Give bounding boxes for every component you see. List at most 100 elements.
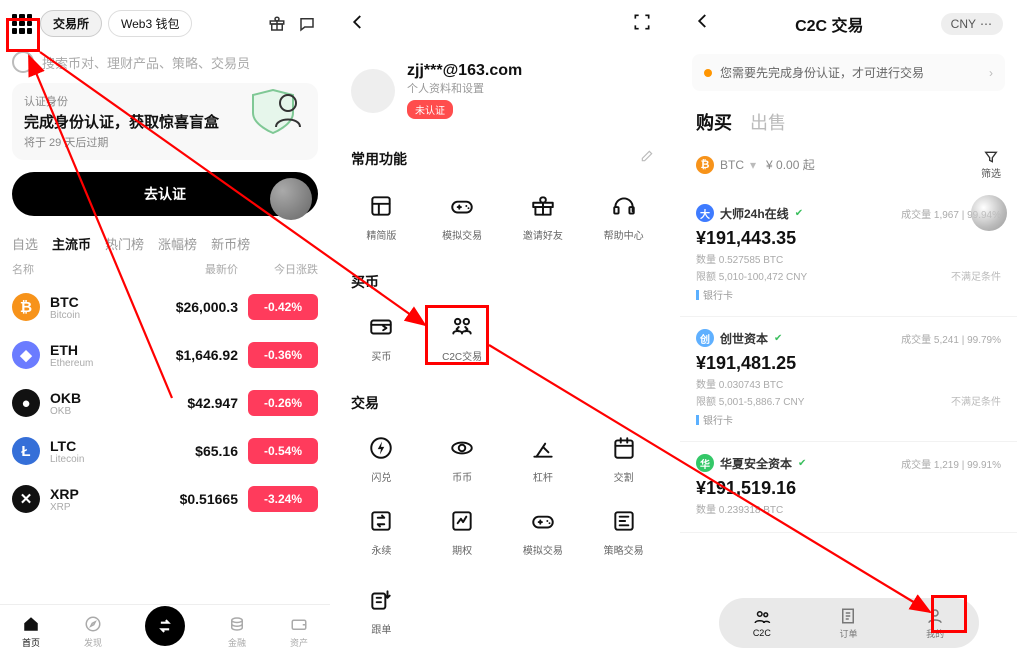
trade-闪兑[interactable]: 闪兑: [341, 425, 422, 492]
coin-price: $42.947: [153, 395, 238, 411]
func-label: 交割: [614, 469, 634, 484]
coin-row-ETH[interactable]: ◆ETHEthereum$1,646.92-0.36%: [0, 331, 330, 379]
coin-icon: ●: [12, 389, 40, 417]
trade-模拟交易[interactable]: 模拟交易: [503, 498, 584, 565]
trade-grid: 闪兑币币杠杆交割永续期权 模拟交易 策略交易: [335, 419, 670, 571]
merchant-tag: 不满足条件: [951, 393, 1001, 408]
nav-assets[interactable]: 资产: [289, 614, 309, 649]
bottom-nav: 首页 发现 金融 资产: [0, 604, 330, 658]
trade-跟单[interactable]: 跟单: [341, 577, 422, 644]
merchant-card[interactable]: 大大师24h在线✔成交量 1,967 | 99.94%¥191,443.35数量…: [680, 192, 1017, 317]
coin-fullname: Bitcoin: [50, 310, 153, 321]
trade-期权[interactable]: 期权: [422, 498, 503, 565]
coin-price: $65.16: [153, 443, 238, 459]
buy-买币[interactable]: 买币: [341, 304, 422, 371]
asset-chip[interactable]: ₿ BTC ▾: [696, 156, 756, 174]
floating-orb-icon[interactable]: [971, 195, 1007, 231]
tab-sell[interactable]: 出售: [750, 109, 786, 135]
trade-币币[interactable]: 币币: [422, 425, 503, 492]
btc-icon: ₿: [696, 156, 714, 174]
pay-method-indicator: [696, 290, 699, 300]
controller-icon: [528, 506, 558, 536]
merchant-price: ¥191,443.35: [696, 228, 1001, 249]
identity-verify-card[interactable]: 认证身份 完成身份认证，获取惊喜盲盒 将于 29 天后过期: [12, 83, 318, 160]
common-邀请好友[interactable]: 邀请好友: [503, 183, 584, 250]
market-cols-header: 名称 最新价 今日涨跌: [0, 255, 330, 283]
orbit-icon: [447, 433, 477, 463]
coin-symbol: XRP: [50, 486, 153, 502]
warning-dot-icon: [704, 69, 712, 77]
go-verify-button[interactable]: 去认证: [12, 172, 318, 216]
notice-text: 您需要先完成身份认证，才可进行交易: [720, 64, 924, 81]
common-精简版[interactable]: 精简版: [341, 183, 422, 250]
follow-icon: [366, 585, 396, 615]
func-label: 模拟交易: [523, 542, 563, 557]
edit-icon[interactable]: [640, 149, 654, 169]
coin-row-XRP[interactable]: ✕XRPXRP$0.51665-3.24%: [0, 475, 330, 523]
nav-home[interactable]: 首页: [21, 614, 41, 649]
merchant-qty: 数量 0.239318 BTC: [696, 501, 783, 516]
func-label: 帮助中心: [604, 227, 644, 242]
receipt-icon: [839, 607, 857, 625]
kyc-notice-bar[interactable]: 您需要先完成身份认证，才可进行交易 ›: [692, 54, 1005, 91]
coin-row-BTC[interactable]: ₿BTCBitcoin$26,000.3-0.42%: [0, 283, 330, 331]
tab-buy[interactable]: 购买: [696, 109, 732, 135]
menu-header: [335, 0, 670, 50]
market-tab-热门榜[interactable]: 热门榜: [105, 234, 144, 253]
search-bar[interactable]: 搜索币对、理财产品、策略、交易员: [0, 47, 330, 83]
c2c-nav-c2c[interactable]: C2C: [753, 608, 771, 638]
merchant-card[interactable]: 华华夏安全资本✔成交量 1,219 | 99.91%¥191,519.16数量 …: [680, 442, 1017, 533]
coin-fullname: OKB: [50, 406, 153, 417]
common-模拟交易[interactable]: 模拟交易: [422, 183, 503, 250]
coin-row-OKB[interactable]: ●OKBOKB$42.947-0.26%: [0, 379, 330, 427]
people-icon: [753, 608, 771, 626]
merchant-card[interactable]: 创创世资本✔成交量 5,241 | 99.79%¥191,481.25数量 0.…: [680, 317, 1017, 442]
merchant-price: ¥191,519.16: [696, 478, 1001, 499]
scan-icon[interactable]: [632, 12, 656, 38]
nav-finance[interactable]: 金融: [227, 614, 247, 649]
search-icon: [12, 51, 34, 73]
currency-chip[interactable]: CNY ⋯: [941, 13, 1003, 35]
trade-永续[interactable]: 永续: [341, 498, 422, 565]
phone-screen-c2c: C2C 交易 CNY ⋯ 您需要先完成身份认证，才可进行交易 › 购买 出售 ₿…: [680, 0, 1017, 658]
back-icon[interactable]: [694, 12, 718, 36]
merchant-avatar: 大: [696, 204, 714, 222]
filter-button[interactable]: 筛选: [981, 149, 1001, 180]
common-帮助中心[interactable]: 帮助中心: [583, 183, 664, 250]
market-tab-自选[interactable]: 自选: [12, 234, 38, 253]
func-label: 邀请好友: [523, 227, 563, 242]
profile-row[interactable]: zjj***@163.com 个人资料和设置 未认证: [335, 50, 670, 131]
nav-discover[interactable]: 发现: [83, 614, 103, 649]
coin-symbol: BTC: [50, 294, 153, 310]
coin-row-LTC[interactable]: ŁLTCLitecoin$65.16-0.54%: [0, 427, 330, 475]
annotation-box-grid-menu: [6, 18, 40, 52]
phone-screen-menu: zjj***@163.com 个人资料和设置 未认证 常用功能 精简版模拟交易邀…: [335, 0, 670, 658]
phone-screen-home: 交易所Web3 钱包 搜索币对、理财产品、策略、交易员 认证身份 完成身份认证，…: [0, 0, 330, 658]
header-pill-Web3 钱包[interactable]: Web3 钱包: [108, 10, 192, 37]
market-tab-涨幅榜[interactable]: 涨幅榜: [158, 234, 197, 253]
profile-name: zjj***@163.com: [407, 62, 522, 80]
market-tab-主流币[interactable]: 主流币: [52, 234, 91, 253]
trade-策略交易[interactable]: 策略交易: [583, 498, 664, 565]
market-tab-新币榜[interactable]: 新币榜: [211, 234, 250, 253]
header-pill-交易所[interactable]: 交易所: [40, 10, 102, 37]
coin-price: $0.51665: [153, 491, 238, 507]
trade-交割[interactable]: 交割: [583, 425, 664, 492]
wallet-icon: [289, 614, 309, 634]
chat-icon[interactable]: [296, 13, 318, 35]
profile-sub: 个人资料和设置: [407, 80, 522, 96]
c2c-nav-orders[interactable]: 订单: [839, 607, 857, 640]
option-box-icon: [447, 506, 477, 536]
func-label: 策略交易: [604, 542, 644, 557]
merchant-price: ¥191,481.25: [696, 353, 1001, 374]
search-placeholder: 搜索币对、理财产品、策略、交易员: [42, 53, 250, 72]
gift-icon[interactable]: [266, 13, 288, 35]
back-icon[interactable]: [349, 13, 373, 37]
shield-person-icon: [238, 89, 308, 135]
card-arrow-icon: [366, 312, 396, 342]
merchant-qty: 数量 0.030743 BTC: [696, 376, 783, 391]
trade-杠杆[interactable]: 杠杆: [503, 425, 584, 492]
filter-row: ₿ BTC ▾ ¥ 0.00 起 筛选: [680, 143, 1017, 192]
nav-trade-fab[interactable]: [145, 606, 185, 646]
func-label: 期权: [452, 542, 472, 557]
